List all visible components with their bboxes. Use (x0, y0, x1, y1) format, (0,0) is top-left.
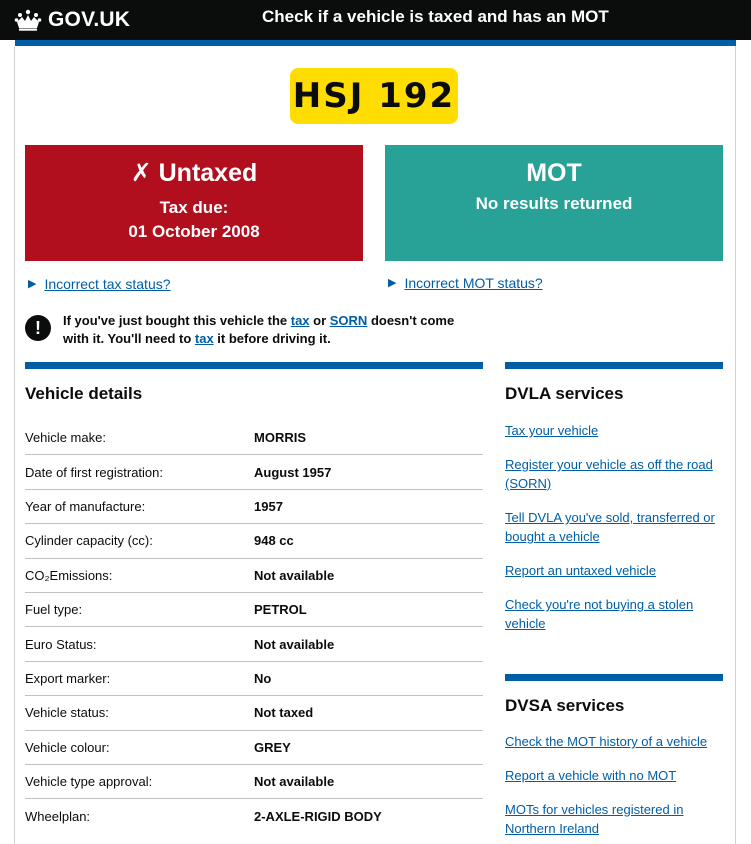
table-row: Euro Status: Not available (25, 627, 483, 662)
detail-value: Not taxed (254, 705, 314, 721)
dvla-service-link[interactable]: Report an untaxed vehicle (505, 563, 656, 578)
notice-tax-link[interactable]: tax (291, 313, 310, 328)
brand-name: GOV.UK (48, 8, 131, 31)
vehicle-details-heading: Vehicle details (25, 384, 143, 403)
list-item: Report an untaxed vehicle (505, 561, 725, 580)
dvla-service-link[interactable]: Register your vehicle as off the road (S… (505, 457, 713, 491)
incorrect-mot-link[interactable]: Incorrect MOT status? (404, 274, 542, 292)
detail-value: 2-AXLE-RIGID BODY (254, 808, 382, 824)
tax-status-title: ✗ Untaxed (25, 158, 363, 188)
dvsa-services-list: Check the MOT history of a vehicle Report… (505, 732, 725, 844)
right-page-rule (735, 46, 736, 844)
list-item: Tax your vehicle (505, 421, 725, 440)
vehicle-details-list: Vehicle make: MORRIS Date of first registr… (25, 421, 483, 834)
detail-label: Cylinder capacity (cc): (25, 533, 153, 549)
dvla-services-list: Tax your vehicle Register your vehicle as… (505, 421, 725, 648)
dvsa-top-border (505, 674, 723, 681)
detail-value: Not available (254, 774, 335, 790)
table-row: Date of first registration: August 1957 (25, 455, 483, 490)
cross-icon: ✗ (130, 159, 152, 187)
dvla-top-border (505, 362, 723, 369)
list-item: Check you're not buying a stolen vehicle (505, 595, 725, 633)
incorrect-tax-toggle[interactable]: ▶ Incorrect tax status? (28, 275, 171, 293)
tax-due-label: Tax due: (159, 198, 229, 217)
table-row: Year of manufacture: 1957 (25, 490, 483, 525)
table-row: Fuel type: PETROL (25, 593, 483, 628)
header-accent-line (15, 40, 736, 46)
detail-value: 948 cc (254, 533, 294, 549)
triangle-right-icon: ▶ (28, 278, 37, 290)
registration-plate: HSJ 192 (290, 68, 458, 124)
detail-value: MORRIS (254, 430, 306, 446)
dvsa-service-link[interactable]: Report a vehicle with no MOT (505, 768, 676, 783)
mot-status-title: MOT (526, 159, 582, 187)
dvla-services-heading: DVLA services (505, 384, 624, 403)
crown-icon (14, 9, 42, 31)
table-row: Vehicle make: MORRIS (25, 421, 483, 456)
tax-notice: ! If you've just bought this vehicle the… (25, 312, 475, 348)
detail-label: Wheelplan: (25, 808, 91, 824)
detail-label: Export marker: (25, 670, 111, 686)
detail-label: Vehicle colour: (25, 739, 110, 755)
detail-value: PETROL (254, 602, 307, 618)
notice-text: If you've just bought this vehicle the t… (63, 312, 475, 348)
tax-status-label: Untaxed (158, 159, 258, 187)
detail-label: Fuel type: (25, 602, 83, 618)
govuk-logo-link[interactable]: GOV.UK (14, 7, 130, 33)
exclamation-icon: ! (25, 315, 51, 341)
detail-label: Vehicle make: (25, 430, 106, 446)
mot-status-message: No results returned (475, 194, 633, 213)
service-name[interactable]: Check if a vehicle is taxed and has an M… (262, 7, 609, 27)
detail-label: Vehicle status: (25, 705, 109, 721)
table-row: Vehicle colour: GREY (25, 731, 483, 765)
detail-label: CO₂Emissions: (25, 567, 113, 583)
dvla-service-link[interactable]: Check you're not buying a stolen vehicle (505, 597, 693, 631)
table-row: Wheelplan: 2-AXLE-RIGID BODY (25, 799, 483, 833)
list-item: Tell DVLA you've sold, transferred or bo… (505, 508, 725, 546)
triangle-right-icon: ▶ (388, 277, 397, 289)
details-top-border (25, 362, 483, 369)
dvsa-service-link[interactable]: MOTs for vehicles registered in Northern… (505, 802, 683, 836)
detail-value: Not available (254, 636, 335, 652)
detail-label: Year of manufacture: (25, 498, 146, 514)
detail-label: Vehicle type approval: (25, 774, 153, 790)
incorrect-mot-toggle[interactable]: ▶ Incorrect MOT status? (388, 274, 543, 292)
list-item: Register your vehicle as off the road (S… (505, 455, 725, 493)
table-row: CO₂Emissions: Not available (25, 559, 483, 593)
list-item: Report a vehicle with no MOT (505, 766, 725, 785)
notice-sorn-link[interactable]: SORN (330, 313, 368, 328)
list-item: Check the MOT history of a vehicle (505, 732, 725, 751)
notice-text-part: or (309, 313, 330, 328)
left-page-rule (14, 46, 15, 844)
detail-label: Euro Status: (25, 636, 97, 652)
table-row: Vehicle type approval: Not available (25, 765, 483, 800)
table-row: Export marker: No (25, 662, 483, 697)
dvla-service-link[interactable]: Tax your vehicle (505, 423, 598, 438)
detail-value: Not available (254, 567, 335, 583)
header-bar: GOV.UK Check if a vehicle is taxed and h… (0, 0, 751, 40)
table-row: Cylinder capacity (cc): 948 cc (25, 524, 483, 559)
notice-text-part: it before driving it. (213, 331, 331, 346)
dvsa-service-link[interactable]: Check the MOT history of a vehicle (505, 734, 707, 749)
table-row: Vehicle status: Not taxed (25, 696, 483, 731)
detail-value: August 1957 (254, 464, 332, 480)
detail-label: Date of first registration: (25, 464, 163, 480)
tax-due-date: 01 October 2008 (128, 222, 260, 241)
notice-text-part: If you've just bought this vehicle the (63, 313, 291, 328)
list-item: MOTs for vehicles registered in Northern… (505, 800, 725, 838)
mot-status-panel: MOT No results returned (385, 145, 723, 261)
detail-value: 1957 (254, 498, 283, 514)
dvsa-services-heading: DVSA services (505, 696, 625, 715)
notice-tax-link-2[interactable]: tax (195, 331, 214, 346)
detail-value: GREY (254, 739, 291, 755)
tax-status-panel: ✗ Untaxed Tax due: 01 October 2008 (25, 145, 363, 261)
dvla-service-link[interactable]: Tell DVLA you've sold, transferred or bo… (505, 510, 715, 544)
incorrect-tax-link[interactable]: Incorrect tax status? (44, 275, 170, 293)
detail-value: No (254, 670, 272, 686)
